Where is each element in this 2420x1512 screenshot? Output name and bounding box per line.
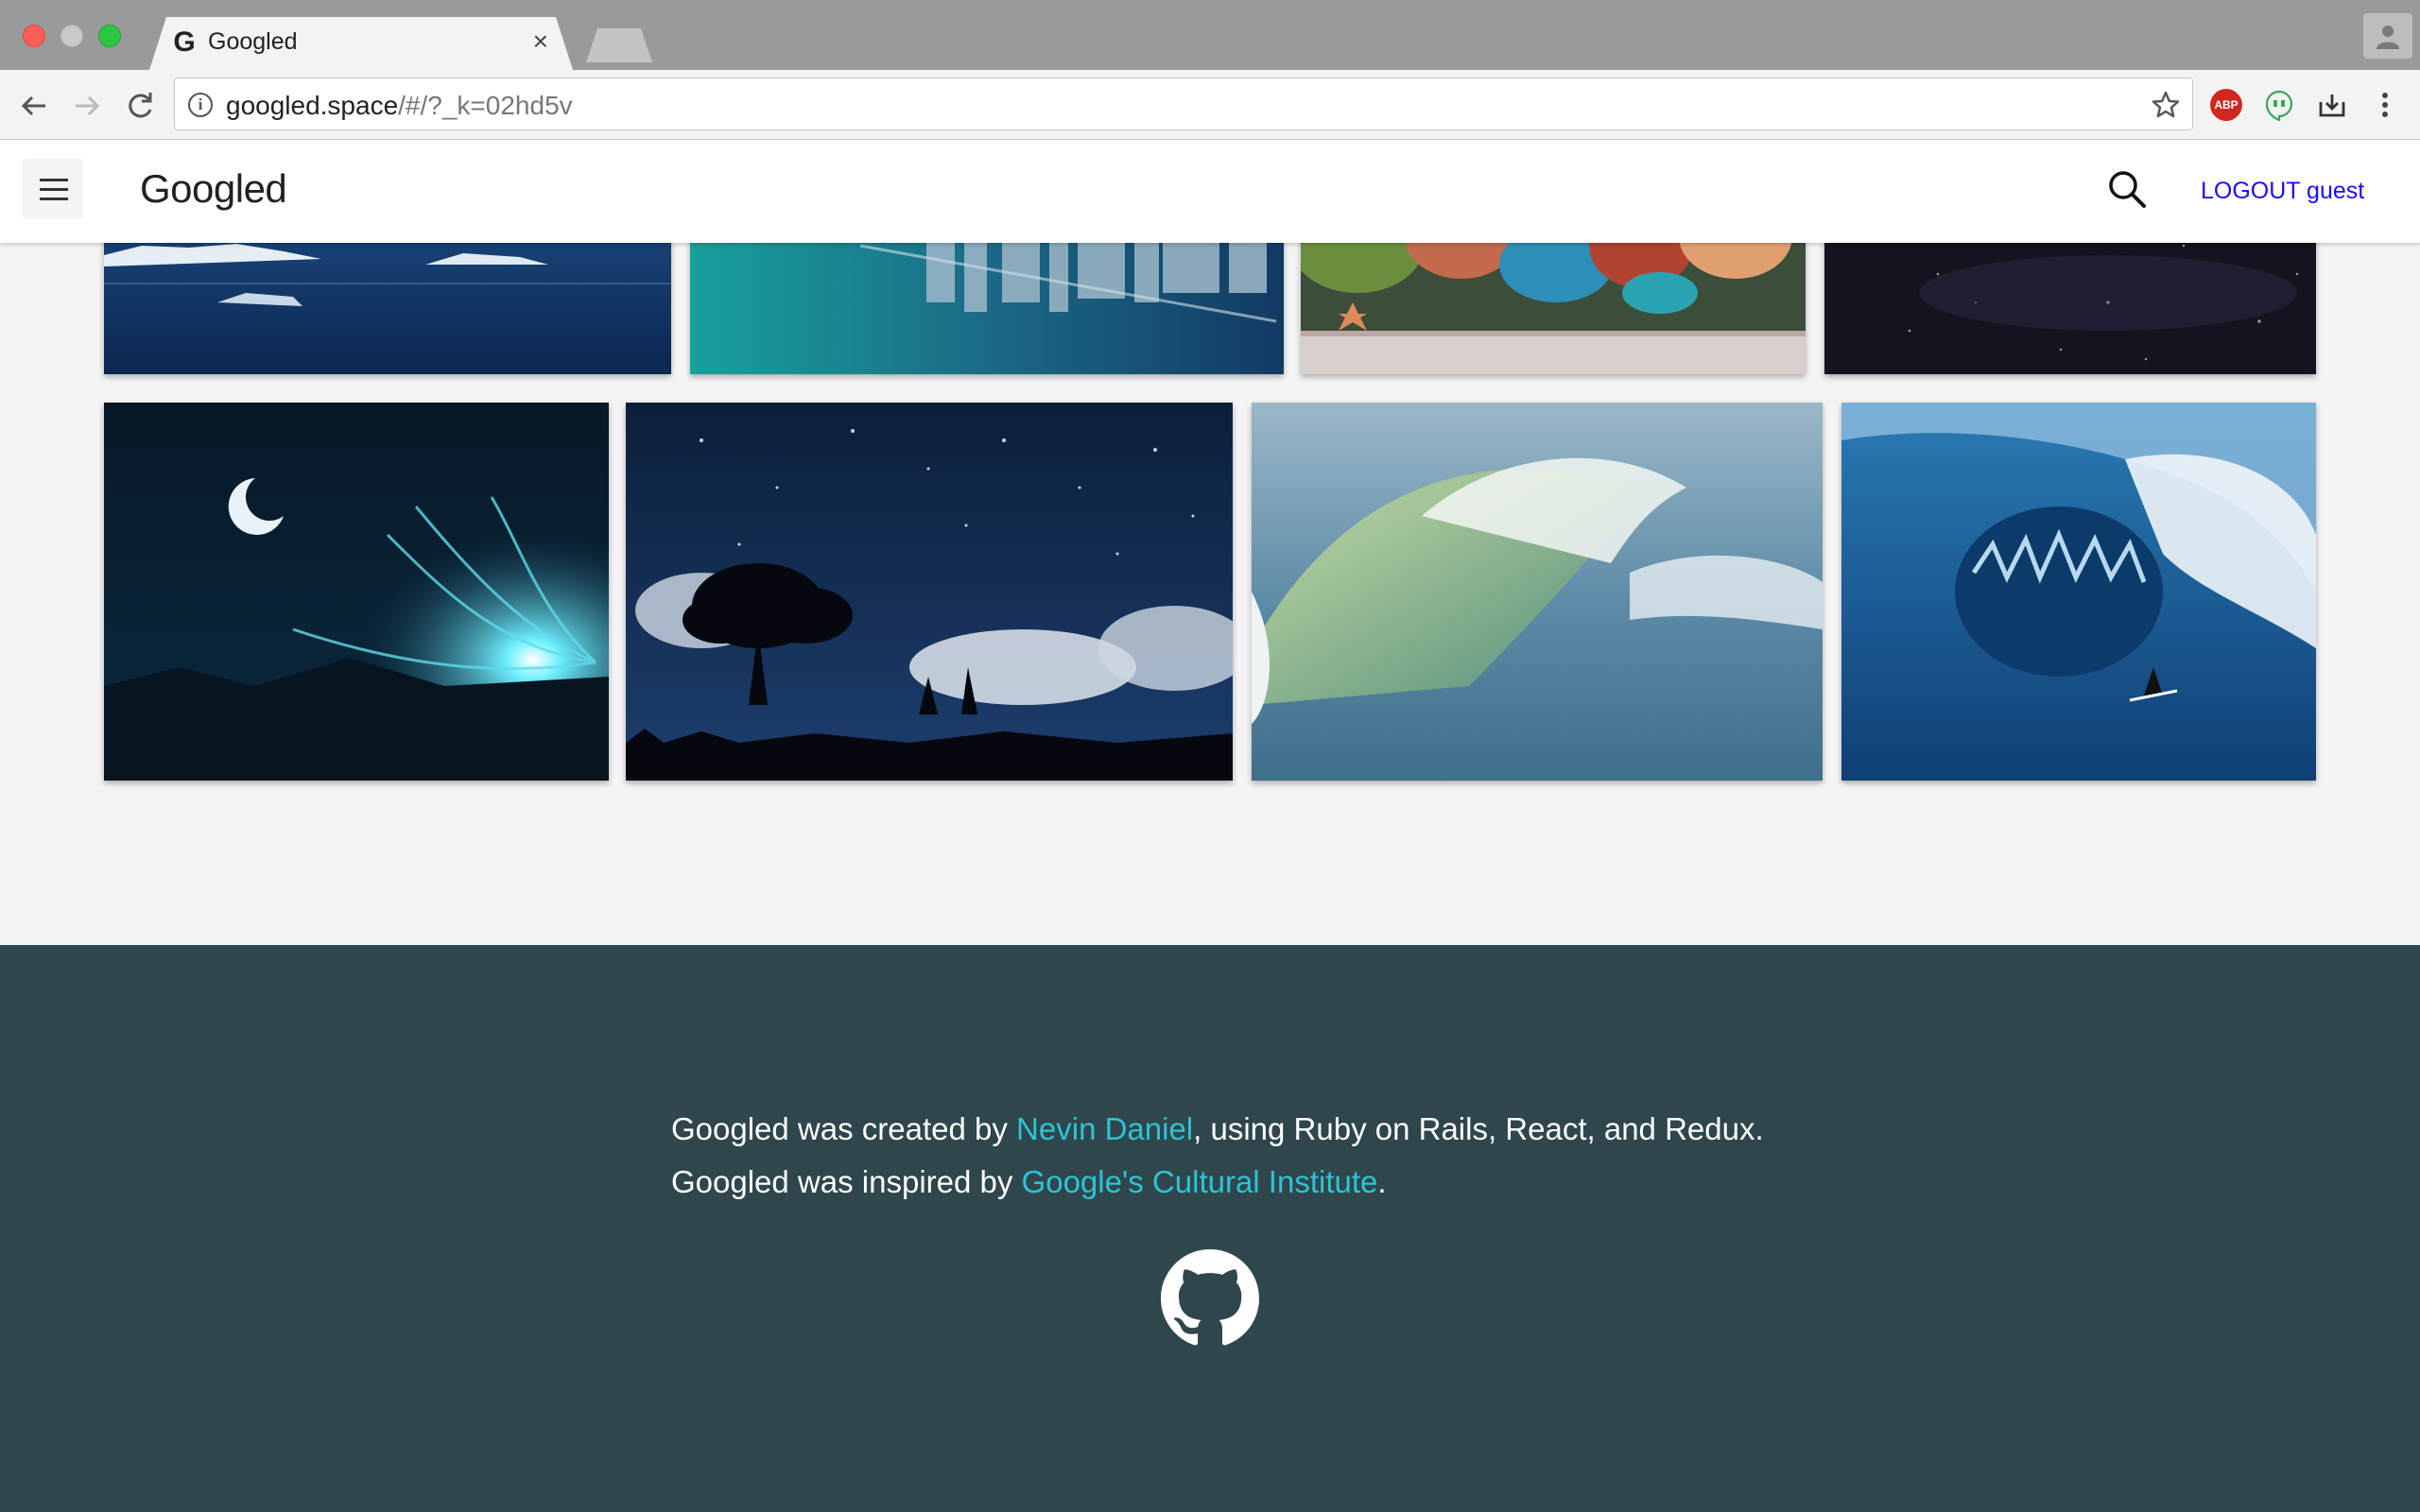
- url-text[interactable]: googled.space/#/?_k=02hd5v: [226, 91, 573, 121]
- gallery-tile-shark-wave[interactable]: [1841, 403, 2316, 781]
- app-logo[interactable]: Googled: [140, 166, 287, 212]
- adblock-plus-icon[interactable]: ABP: [2210, 89, 2242, 121]
- shark-wave-surfer-image: [1841, 403, 2316, 781]
- new-tab-button[interactable]: [586, 28, 652, 62]
- author-link[interactable]: Nevin Daniel: [1016, 1111, 1193, 1146]
- footer-inspiration-line: Googled was inspired by Google's Cultura…: [671, 1164, 1387, 1200]
- hamburger-icon-bar: [40, 188, 68, 191]
- tab-close-icon[interactable]: ×: [533, 26, 548, 57]
- reload-icon: [129, 93, 152, 118]
- browser-toolbar: i googled.space/#/?_k=02hd5v ABP: [0, 70, 2420, 140]
- tree-silhouette-dancers-image: [626, 403, 1233, 781]
- github-icon[interactable]: [1161, 1249, 1259, 1348]
- forward-button[interactable]: [68, 87, 106, 125]
- arrow-left-icon: [21, 95, 45, 116]
- reload-button[interactable]: [121, 87, 159, 125]
- hangouts-extension-icon[interactable]: [2263, 89, 2295, 126]
- tab-title: Googled: [208, 28, 298, 55]
- hamburger-icon-bar: [40, 198, 68, 200]
- close-window-button[interactable]: [23, 25, 45, 47]
- app-header: Googled LOGOUT guest: [0, 140, 2420, 243]
- footer-credits-prefix: Googled was created by: [671, 1111, 1017, 1146]
- hamburger-menu-button[interactable]: [23, 159, 83, 219]
- maximize-window-button[interactable]: [98, 25, 121, 47]
- address-bar[interactable]: i googled.space/#/?_k=02hd5v: [174, 77, 2193, 130]
- footer-credits-suffix: , using Ruby on Rails, React, and Redux.: [1193, 1111, 1764, 1146]
- back-button[interactable]: [15, 87, 53, 125]
- profile-button[interactable]: [2363, 13, 2412, 59]
- footer-credits-line: Googled was created by Nevin Daniel, usi…: [671, 1111, 1764, 1147]
- minimize-window-button[interactable]: [60, 25, 83, 47]
- info-icon[interactable]: i: [188, 93, 213, 117]
- gallery-tile-tree-dancers[interactable]: [626, 403, 1233, 781]
- google-favicon-icon: G: [173, 26, 196, 58]
- site-footer: Googled was created by Nevin Daniel, usi…: [0, 945, 2420, 1512]
- green-ocean-wave-image: [1252, 403, 1823, 781]
- footer-inspiration-suffix: .: [1377, 1164, 1387, 1199]
- search-icon[interactable]: [2106, 168, 2148, 210]
- crescent-moon-aurora-image: [104, 403, 609, 781]
- logout-button[interactable]: LOGOUT guest: [2201, 178, 2364, 205]
- footer-inspiration-prefix: Googled was inspired by: [671, 1164, 1022, 1199]
- arrow-right-icon: [76, 95, 100, 116]
- browser-tab[interactable]: G Googled ×: [149, 17, 573, 70]
- cultural-institute-link[interactable]: Google's Cultural Institute: [1022, 1164, 1378, 1199]
- gallery-tile-wave[interactable]: [1252, 403, 1823, 781]
- browser-menu-icon[interactable]: [2369, 89, 2401, 126]
- browser-tab-strip: G Googled ×: [0, 0, 2420, 70]
- person-icon: [2377, 26, 2399, 49]
- gallery-tile-moon-aurora[interactable]: [104, 403, 609, 781]
- hamburger-icon: [40, 179, 68, 181]
- download-extension-icon[interactable]: [2316, 89, 2348, 126]
- bookmark-star-icon[interactable]: [2151, 90, 2181, 125]
